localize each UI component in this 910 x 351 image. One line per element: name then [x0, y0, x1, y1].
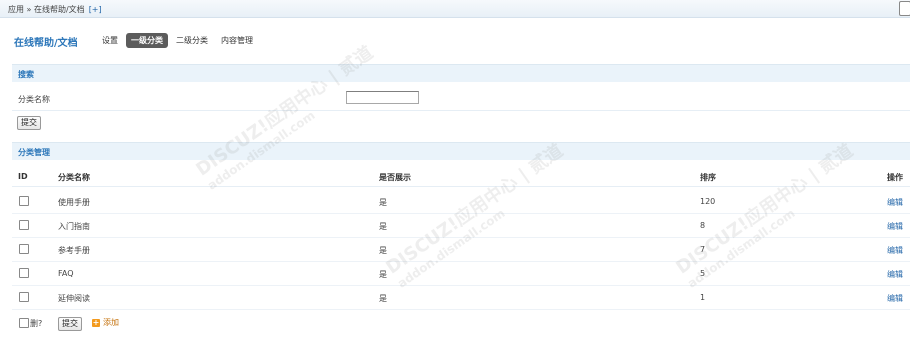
edit-link[interactable]: 编辑 — [887, 245, 903, 256]
sub-navigation: 设置 一级分类 二级分类 内容管理 — [97, 33, 261, 48]
divider — [12, 110, 910, 111]
row-name: 延伸阅读 — [58, 294, 90, 303]
column-header-action: 操作 — [887, 173, 903, 182]
row-order: 7 — [700, 245, 706, 254]
row-checkbox[interactable] — [19, 244, 29, 254]
edit-link[interactable]: 编辑 — [887, 221, 903, 232]
row-checkbox[interactable] — [19, 196, 29, 206]
tab-content-management[interactable]: 内容管理 — [216, 33, 258, 48]
plus-icon: + — [92, 317, 100, 327]
breadcrumb-text: 应用 » 在线帮助/文档 — [8, 5, 85, 14]
search-submit-button[interactable]: 提交 — [17, 116, 41, 130]
edit-link[interactable]: 编辑 — [887, 293, 903, 304]
row-name: FAQ — [58, 269, 74, 278]
row-checkbox[interactable] — [19, 292, 29, 302]
row-visible: 是 — [379, 294, 387, 303]
page-title: 在线帮助/文档 — [14, 38, 78, 49]
delete-checkbox[interactable] — [19, 318, 29, 328]
column-header-name: 分类名称 — [58, 173, 90, 182]
row-order: 1 — [700, 293, 706, 302]
watermark-logo-icon: DISCUZ!应用中心 | 贰道 addon.dismall.com — [190, 39, 386, 192]
manage-submit-button[interactable]: 提交 — [58, 317, 82, 331]
row-order: 8 — [700, 221, 706, 230]
breadcrumb: 应用 » 在线帮助/文档 [+] — [8, 4, 102, 15]
tab-level-one-category[interactable]: 一级分类 — [126, 33, 168, 48]
row-order: 5 — [700, 269, 706, 278]
row-checkbox[interactable] — [19, 220, 29, 230]
delete-label: 删? — [30, 319, 43, 328]
corner-frame-icon[interactable] — [899, 1, 910, 16]
edit-link[interactable]: 编辑 — [887, 269, 903, 280]
table-row: 入门指南 是 8 编辑 — [12, 213, 910, 238]
category-name-label: 分类名称 — [18, 95, 50, 104]
column-header-visible: 是否展示 — [379, 173, 411, 182]
top-bar: 应用 » 在线帮助/文档 [+] — [0, 0, 910, 18]
table-row: 参考手册 是 7 编辑 — [12, 237, 910, 262]
row-order: 120 — [700, 197, 716, 206]
row-name: 参考手册 — [58, 246, 90, 255]
category-name-input[interactable] — [346, 91, 419, 104]
row-visible: 是 — [379, 246, 387, 255]
manage-section-header: 分类管理 — [12, 142, 910, 160]
add-shortcut-link[interactable]: [+] — [89, 5, 102, 14]
add-label: 添加 — [103, 318, 119, 327]
search-section-header: 搜索 — [12, 64, 910, 82]
row-checkbox[interactable] — [19, 268, 29, 278]
table-row: FAQ 是 5 编辑 — [12, 261, 910, 286]
row-name: 入门指南 — [58, 222, 90, 231]
table-row: 使用手册 是 120 编辑 — [12, 189, 910, 214]
row-name: 使用手册 — [58, 198, 90, 207]
row-visible: 是 — [379, 270, 387, 279]
manage-heading: 分类管理 — [18, 148, 50, 157]
add-category-button[interactable]: + 添加 — [92, 317, 119, 328]
edit-link[interactable]: 编辑 — [887, 197, 903, 208]
row-visible: 是 — [379, 198, 387, 207]
column-header-id: ID — [18, 172, 28, 181]
divider — [12, 186, 910, 187]
table-row: 延伸阅读 是 1 编辑 — [12, 285, 910, 310]
tab-settings[interactable]: 设置 — [97, 33, 123, 48]
column-header-order: 排序 — [700, 173, 716, 182]
search-heading: 搜索 — [18, 70, 34, 79]
tab-level-two-category[interactable]: 二级分类 — [171, 33, 213, 48]
row-visible: 是 — [379, 222, 387, 231]
